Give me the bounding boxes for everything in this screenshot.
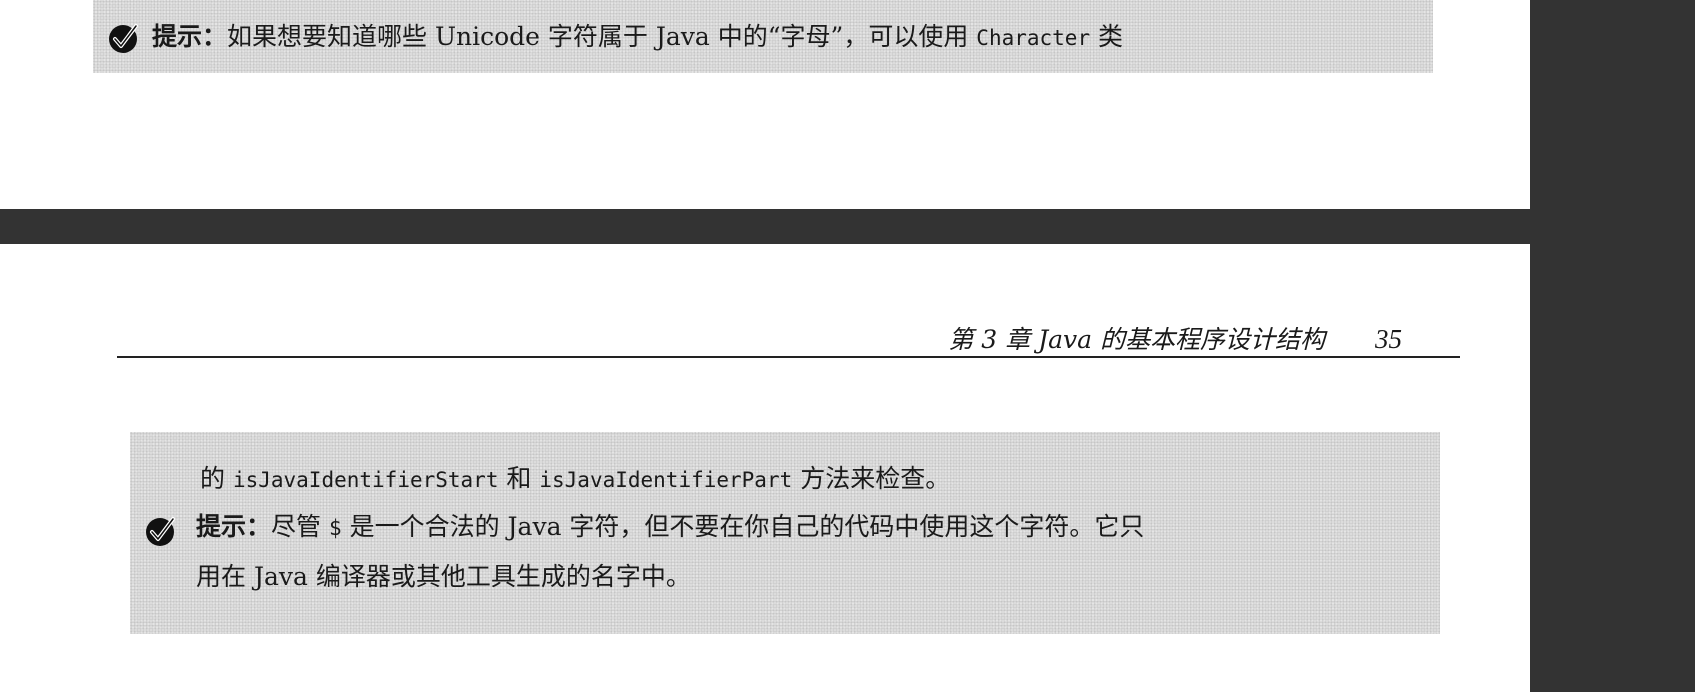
tip-text-before: 如果想要知道哪些 Unicode 字符属于 Java 中的“字母”，可以使用 <box>227 22 977 51</box>
chapter-title: 第 3 章 Java 的基本程序设计结构 <box>948 325 1325 354</box>
tip-label: 提示： <box>196 512 272 541</box>
cont-text-before: 的 <box>200 464 233 493</box>
tip-line2: 用在 Java 编译器或其他工具生成的名字中。 <box>196 562 691 591</box>
tip-paragraph: 提示：如果想要知道哪些 Unicode 字符属于 Java 中的“字母”，可以使… <box>152 22 1123 53</box>
tip-paragraph-line2: 用在 Java 编译器或其他工具生成的名字中。 <box>196 562 691 592</box>
viewer-dark-margin <box>1530 0 1695 692</box>
code-isjavaidentifierstart: isJavaIdentifierStart <box>232 468 499 492</box>
tip-paragraph-line1: 提示：尽管 $ 是一个合法的 Java 字符，但不要在你自己的代码中使用这个字符… <box>196 512 1144 543</box>
page-number: 35 <box>1375 324 1402 354</box>
check-badge-icon <box>146 517 175 546</box>
book-page-top: 提示：如果想要知道哪些 Unicode 字符属于 Java 中的“字母”，可以使… <box>0 0 1530 209</box>
code-dollar: $ <box>328 516 342 540</box>
tip-line1-before: 尽管 <box>271 512 329 541</box>
book-page-bottom: 第 3 章 Java 的基本程序设计结构 35 的 isJavaIdentifie… <box>0 244 1530 692</box>
check-badge-icon <box>109 24 138 53</box>
cont-text-after: 方法来检查。 <box>792 464 951 493</box>
code-isjavaidentifierpart: isJavaIdentifierPart <box>539 468 793 492</box>
running-header: 第 3 章 Java 的基本程序设计结构 35 <box>948 320 1402 356</box>
continuation-paragraph: 的 isJavaIdentifierStart 和 isJavaIdentifi… <box>200 464 950 495</box>
cont-text-middle: 和 <box>498 464 540 493</box>
tip-label: 提示： <box>152 22 228 51</box>
code-character: Character <box>976 26 1091 50</box>
tip-text-after: 类 <box>1090 22 1124 51</box>
header-rule <box>117 356 1460 358</box>
tip-line1-after: 是一个合法的 Java 字符，但不要在你自己的代码中使用这个字符。它只 <box>341 512 1145 541</box>
